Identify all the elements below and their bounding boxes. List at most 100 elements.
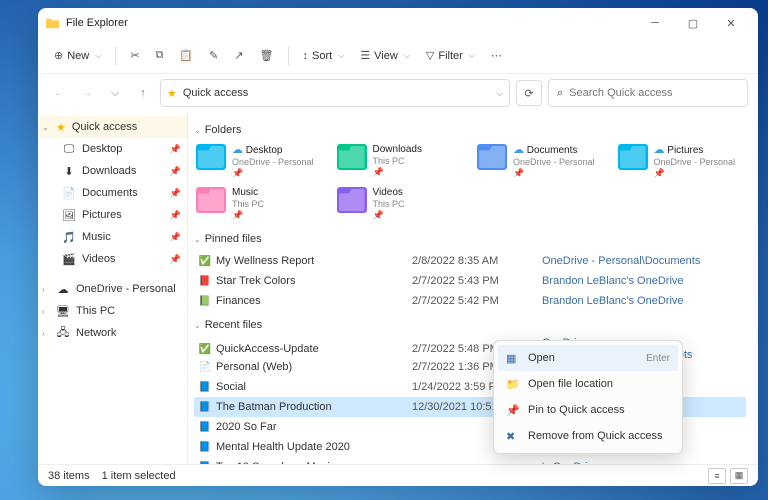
- pin-icon: 📌: [513, 168, 595, 179]
- sidebar-item[interactable]: › 🖥 This PC: [38, 300, 187, 322]
- folder-icon: [196, 144, 226, 170]
- sidebar-item[interactable]: 🖼 Pictures 📌: [38, 204, 187, 226]
- sidebar-item[interactable]: › 🖧 Network: [38, 322, 187, 344]
- folder-location: This PC: [373, 156, 422, 167]
- sidebar-item[interactable]: 🖵 Desktop 📌: [38, 138, 187, 160]
- sidebar-item[interactable]: › ☁ OneDrive - Personal: [38, 278, 187, 300]
- file-row[interactable]: 📗 Finances 2/7/2022 5:42 PM Brandon LeBl…: [194, 291, 746, 311]
- titlebar: File Explorer ─ ▢ ✕: [38, 8, 758, 38]
- group-label: Recent files: [205, 319, 262, 331]
- folder-name: Downloads: [373, 144, 422, 156]
- file-row[interactable]: ✅ My Wellness Report 2/8/2022 8:35 AM On…: [194, 251, 746, 271]
- forward-button[interactable]: →: [76, 82, 98, 104]
- sidebar-item-label: Network: [76, 327, 116, 339]
- sidebar-item[interactable]: ⬇ Downloads 📌: [38, 160, 187, 182]
- chevron-down-icon: ⌄: [194, 126, 201, 135]
- filetype-icon: 📘: [198, 400, 212, 414]
- address-bar[interactable]: ★ Quick access ⌵: [160, 79, 510, 107]
- recent-locations-button[interactable]: ⌵: [104, 82, 126, 104]
- filetype-icon: 📘: [198, 380, 212, 394]
- ctx-hint: Enter: [646, 353, 670, 364]
- close-button[interactable]: ✕: [712, 8, 750, 38]
- paste-button[interactable]: 📋: [173, 43, 199, 69]
- file-row[interactable]: 📕 Star Trek Colors 2/7/2022 5:43 PM Bran…: [194, 271, 746, 291]
- search-input[interactable]: [569, 87, 739, 99]
- star-icon: ★: [56, 121, 66, 134]
- ctx-label: Open file location: [528, 378, 613, 390]
- maximize-button[interactable]: ▢: [674, 8, 712, 38]
- new-label: New: [67, 50, 89, 62]
- chevron-down-icon[interactable]: ⌵: [496, 88, 503, 99]
- star-icon: ★: [167, 87, 177, 100]
- folder-tile[interactable]: ☁ Desktop OneDrive - Personal 📌: [194, 142, 325, 181]
- ctx-label: Remove from Quick access: [528, 430, 662, 442]
- ctx-open-location[interactable]: 📁Open file location: [498, 371, 678, 397]
- sidebar-quick-access[interactable]: ⌄ ★ Quick access: [38, 116, 187, 138]
- new-button[interactable]: ⊕ New: [48, 43, 107, 69]
- folder-icon: ⬇: [62, 164, 76, 178]
- back-button[interactable]: ←: [48, 82, 70, 104]
- group-pinned[interactable]: ⌄Pinned files: [194, 231, 746, 247]
- pin-icon: 📌: [232, 168, 314, 179]
- view-button[interactable]: ☰ View: [354, 43, 416, 69]
- ctx-open[interactable]: ▦OpenEnter: [498, 345, 678, 371]
- folder-icon: [477, 144, 507, 170]
- filetype-icon: 📄: [198, 360, 212, 374]
- group-recent[interactable]: ⌄Recent files: [194, 317, 746, 333]
- folder-tile[interactable]: Downloads This PC 📌: [335, 142, 466, 181]
- ctx-remove[interactable]: ✖Remove from Quick access: [498, 423, 678, 449]
- drive-icon: ☁: [56, 282, 70, 296]
- sort-label: Sort: [312, 50, 332, 62]
- share-button[interactable]: ↗: [228, 43, 249, 69]
- folder-tile[interactable]: ☁ Documents OneDrive - Personal 📌: [475, 142, 606, 181]
- more-button[interactable]: ⋯: [485, 43, 508, 69]
- copy-button[interactable]: ⧉: [150, 43, 170, 69]
- file-row[interactable]: 📘 Top 10 Superhero Movies 's OneDrive: [194, 457, 746, 464]
- folder-icon: 🎵: [62, 230, 76, 244]
- sort-button[interactable]: ↕ Sort: [297, 43, 351, 69]
- refresh-button[interactable]: ⟳: [516, 80, 542, 106]
- open-icon: ▦: [506, 352, 520, 365]
- folder-tile[interactable]: ☁ Pictures OneDrive - Personal 📌: [616, 142, 747, 181]
- pin-icon: 📌: [170, 144, 181, 155]
- sidebar-item-label: Desktop: [82, 143, 122, 155]
- filter-button[interactable]: ▽ Filter: [420, 43, 481, 69]
- delete-button[interactable]: 🗑: [254, 43, 280, 69]
- filetype-icon: 📘: [198, 420, 212, 434]
- details-view-button[interactable]: ≡: [708, 468, 726, 484]
- filetype-icon: 📘: [198, 440, 212, 454]
- rename-button[interactable]: ✎: [203, 43, 224, 69]
- thumbnails-view-button[interactable]: ▦: [730, 468, 748, 484]
- folder-tile[interactable]: Music This PC 📌: [194, 185, 325, 223]
- ctx-pin[interactable]: 📌Pin to Quick access: [498, 397, 678, 423]
- group-folders[interactable]: ⌄Folders: [194, 122, 746, 138]
- folder-name: ☁ Pictures: [654, 144, 736, 157]
- drive-icon: 🖧: [56, 326, 70, 340]
- context-menu: ▦OpenEnter 📁Open file location 📌Pin to Q…: [493, 340, 683, 454]
- sidebar-item[interactable]: 📄 Documents 📌: [38, 182, 187, 204]
- file-name: The Batman Production: [216, 401, 412, 413]
- pin-icon: 📌: [373, 210, 405, 221]
- search-icon: ⌕: [557, 87, 563, 100]
- folder-icon: [337, 144, 367, 170]
- file-explorer-window: File Explorer ─ ▢ ✕ ⊕ New ✂ ⧉ 📋 ✎ ↗ 🗑 ↕ …: [38, 8, 758, 486]
- pin-icon: 📌: [170, 254, 181, 265]
- pin-icon: 📌: [170, 166, 181, 177]
- minimize-button[interactable]: ─: [636, 8, 674, 38]
- chevron-right-icon: ›: [42, 285, 50, 294]
- up-button[interactable]: ↑: [132, 82, 154, 104]
- command-bar: ⊕ New ✂ ⧉ 📋 ✎ ↗ 🗑 ↕ Sort ☰ View ▽ Filter…: [38, 38, 758, 74]
- sidebar-item[interactable]: 🎵 Music 📌: [38, 226, 187, 248]
- pin-icon: 📌: [170, 232, 181, 243]
- pin-icon: 📌: [170, 210, 181, 221]
- search-box[interactable]: ⌕: [548, 79, 748, 107]
- folder-icon: 🖵: [62, 142, 76, 156]
- pin-icon: 📌: [170, 188, 181, 199]
- folder-name: ☁ Desktop: [232, 144, 314, 157]
- sidebar-item[interactable]: 🎬 Videos 📌: [38, 248, 187, 270]
- folder-location: OneDrive - Personal: [513, 157, 595, 168]
- folder-tile[interactable]: Videos This PC 📌: [335, 185, 466, 223]
- file-name: 2020 So Far: [216, 421, 412, 433]
- cut-button[interactable]: ✂: [124, 43, 145, 69]
- drive-icon: 🖥: [56, 304, 70, 318]
